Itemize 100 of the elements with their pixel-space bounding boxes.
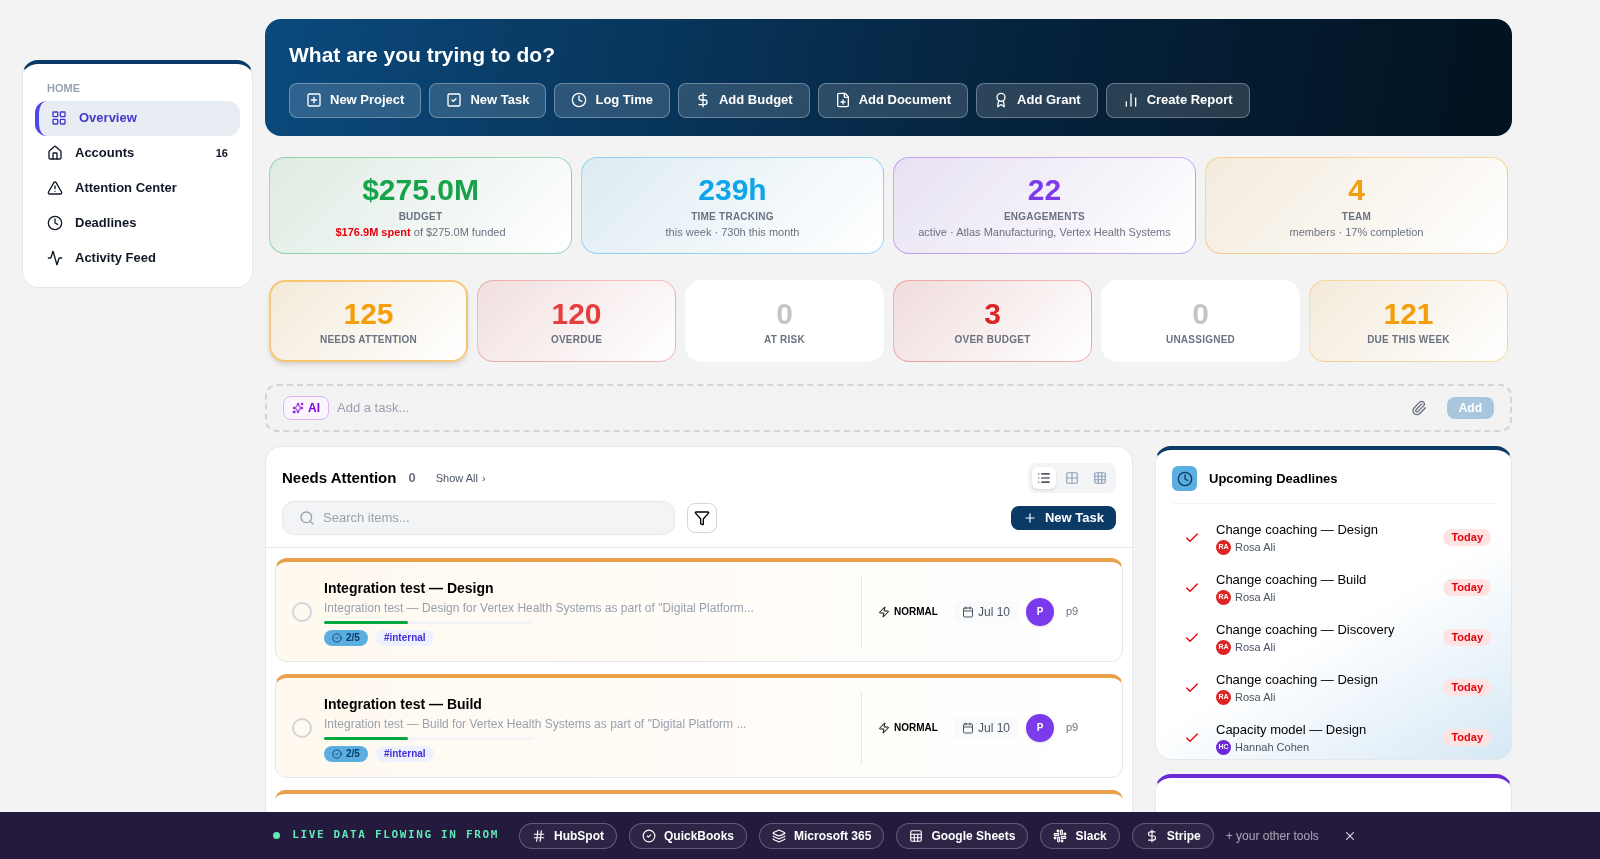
owner-label: p9: [1066, 720, 1080, 736]
bolt-icon: [877, 721, 890, 734]
person-name: Rosa Ali: [1235, 590, 1276, 605]
counter-card[interactable]: 3 OVER BUDGET: [893, 280, 1092, 362]
due-badge: Today: [1443, 629, 1491, 646]
counter-card[interactable]: 125 NEEDS ATTENTION: [269, 280, 468, 362]
subtask-badge: 2/5: [324, 745, 368, 762]
counter-card[interactable]: 0 UNASSIGNED: [1101, 280, 1300, 362]
deadline-title: Change coaching — Discovery: [1216, 620, 1396, 639]
bolt-icon: [877, 605, 890, 618]
sidebar-item[interactable]: Deadlines: [35, 205, 240, 241]
view-button[interactable]: [1032, 467, 1056, 489]
check-circle-icon: [332, 632, 342, 643]
task-card[interactable]: Integration test — Build Integration test — Build for Vertex Health Systems as part of "Digital Platform ... 2/5 #internal NORMAL Jul 10 P p9: [275, 674, 1123, 778]
counter-label: NEEDS ATTENTION: [319, 333, 418, 348]
grid-icon: [1065, 471, 1079, 485]
task-input[interactable]: Add a task...: [337, 398, 1403, 418]
clock-icon: [47, 215, 63, 231]
plus-icon: [1023, 511, 1037, 525]
counter-value: 121: [1383, 295, 1434, 332]
circle-logo-icon: [642, 828, 656, 843]
sidebar-item[interactable]: Accounts 16: [35, 135, 240, 171]
avatar: P: [1026, 713, 1054, 742]
integration-chip[interactable]: Slack: [1040, 822, 1120, 849]
counter-label: DUE THIS WEEK: [1367, 333, 1450, 348]
count-label: 16: [215, 145, 228, 161]
tag-chip: #internal: [375, 745, 434, 762]
counter-value: 3: [984, 295, 1001, 332]
clock-icon: [1172, 466, 1197, 491]
action-button[interactable]: Add Grant: [976, 82, 1098, 118]
stat-detail: this week · 730h this month: [665, 224, 800, 240]
stat-value: 239h: [698, 172, 767, 208]
ai-button[interactable]: AI: [283, 396, 329, 420]
task-card[interactable]: [275, 790, 1123, 800]
counter-label: UNASSIGNED: [1165, 333, 1236, 348]
show-all-link[interactable]: Show All ›: [435, 469, 486, 487]
task-description: Integration test — Design for Vertex Health Systems as part of "Digital Platform...: [324, 599, 755, 617]
action-button[interactable]: New Task: [429, 82, 547, 118]
filter-icon: [694, 510, 710, 526]
action-button[interactable]: Log Time: [554, 82, 670, 118]
more-tools-label: + your other tools: [1225, 827, 1319, 845]
counter-card[interactable]: 120 OVERDUE: [477, 280, 676, 362]
action-button[interactable]: Create Report: [1105, 82, 1250, 118]
sidebar-item[interactable]: Activity Feed: [35, 240, 240, 276]
integration-chip[interactable]: HubSpot: [519, 822, 617, 849]
stat-label: TEAM: [1341, 209, 1372, 224]
sidebar-item[interactable]: Attention Center: [35, 170, 240, 206]
deadline-title: Change coaching — Design: [1216, 520, 1379, 539]
section-label: HOME: [46, 81, 81, 96]
sheet-icon: [909, 828, 924, 843]
counter-card[interactable]: 121 DUE THIS WEEK: [1309, 280, 1508, 362]
integration-chip[interactable]: QuickBooks: [629, 822, 747, 849]
grid-icon: [51, 110, 67, 126]
person-name: Rosa Ali: [1235, 690, 1276, 705]
counter-card[interactable]: 0 AT RISK: [685, 280, 884, 362]
new-task-button[interactable]: New Task: [1011, 506, 1116, 530]
deadline-title: Capacity model — Design: [1216, 720, 1368, 739]
due-badge: Today: [1443, 579, 1491, 596]
deadline-title: Change coaching — Build: [1216, 570, 1368, 589]
sparkle-icon: [292, 402, 304, 414]
integration-chip[interactable]: Google Sheets: [896, 822, 1029, 849]
integration-chip[interactable]: Microsoft 365: [759, 822, 885, 849]
stat-detail: members · 17% completion: [1289, 224, 1424, 240]
stat-label: ENGAGEMENTS: [1003, 209, 1086, 224]
counter-label: AT RISK: [764, 333, 805, 348]
sidebar-item[interactable]: Overview: [35, 100, 240, 136]
hub-icon: [532, 828, 546, 843]
calendar-icon: [961, 605, 974, 618]
paperclip-icon[interactable]: [1410, 400, 1427, 416]
integration-chip[interactable]: Stripe: [1131, 822, 1214, 849]
person-name: Rosa Ali: [1235, 640, 1276, 655]
person-name: Hannah Cohen: [1235, 740, 1309, 755]
task-title: Integration test — Design: [324, 578, 495, 598]
slack-icon: [1053, 828, 1068, 843]
calendar-icon: [961, 721, 974, 734]
action-button[interactable]: Add Budget: [678, 82, 810, 118]
date-chip: Jul 10: [953, 600, 1018, 623]
counter-value: 125: [343, 295, 394, 332]
action-button[interactable]: New Project: [289, 82, 422, 118]
search-field[interactable]: Search items...: [282, 501, 675, 535]
counter-label: OVER BUDGET: [954, 333, 1031, 348]
check-circle-icon: [332, 748, 342, 759]
task-input-field[interactable]: AI Add a task... Add: [265, 384, 1512, 432]
tag-chip: #internal: [375, 629, 434, 646]
search-input[interactable]: Search items...: [323, 508, 658, 528]
search-icon: [299, 510, 315, 526]
filter-button[interactable]: [687, 503, 717, 533]
deadline-title: Change coaching — Design: [1216, 670, 1379, 689]
task-title: Integration test — Build: [324, 694, 483, 714]
counter-value: 120: [551, 295, 602, 332]
list-icon: [1037, 471, 1051, 485]
due-badge: Today: [1443, 679, 1491, 696]
task-card[interactable]: Integration test — Design Integration test — Design for Vertex Health Systems as part of "Digital Platform... 2/5 #internal NORMAL Jul 10 P p9: [275, 558, 1123, 662]
owner-label: p9: [1066, 604, 1080, 620]
action-button[interactable]: Add Document: [817, 82, 969, 118]
clock-icon: [571, 92, 588, 108]
task-checkbox[interactable]: [292, 601, 312, 622]
layers-icon: [772, 828, 786, 843]
panel-title: Needs Attention: [282, 467, 397, 488]
task-checkbox[interactable]: [292, 717, 312, 738]
